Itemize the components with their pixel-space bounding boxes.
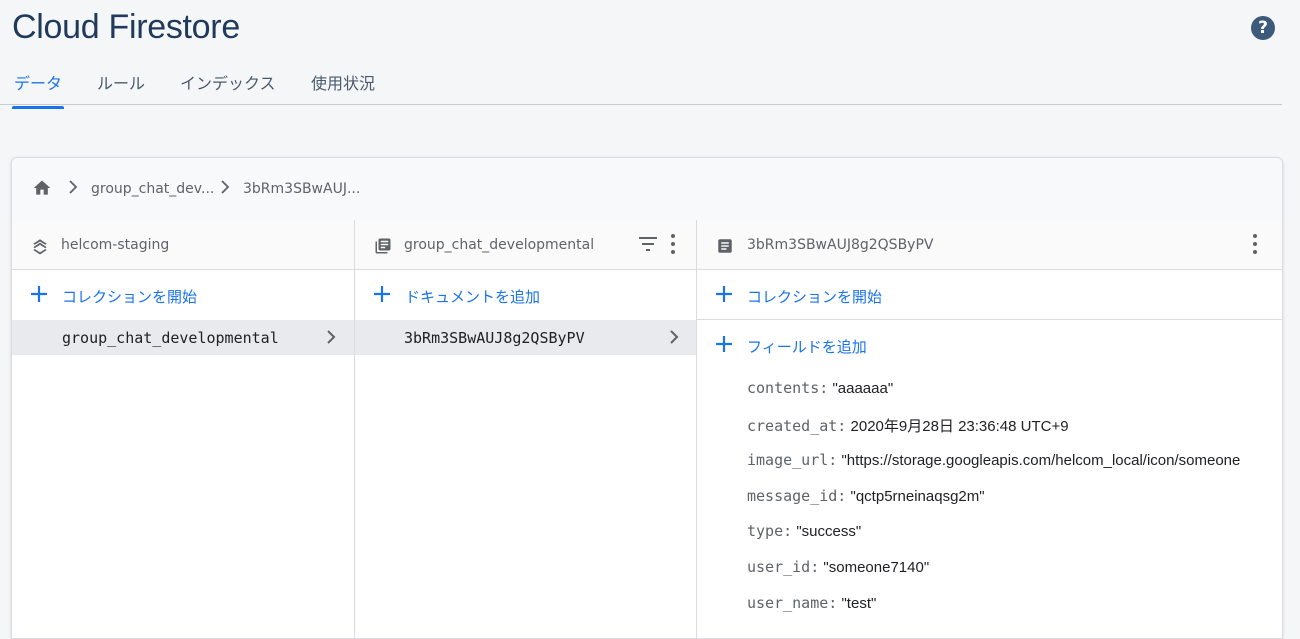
field-value: "aaaaaa" [832,380,894,397]
start-collection-button[interactable]: コレクションを開始 [12,270,354,319]
start-collection-label: コレクションを開始 [62,288,198,306]
more-vert-icon[interactable] [670,234,676,254]
document-icon [718,239,732,253]
plus-icon [374,286,390,302]
collection-title: group_chat_developmental [404,237,595,253]
document-column: 3bRm3SBwAUJ8g2QSByPV コレクションを開始 フィールドを追加 … [697,220,1282,638]
document-title: 3bRm3SBwAUJ8g2QSByPV [747,237,934,253]
tab-bar: データ ルール インデックス 使用状況 [0,64,1282,109]
field-value: "someone7140" [823,559,930,576]
field-row[interactable]: created_at: 2020年9月28日 23:36:48 UTC+9 [747,415,1069,436]
help-icon[interactable]: ? [1251,16,1275,40]
field-value: "test" [841,595,877,612]
project-name: helcom-staging [61,237,170,253]
field-row[interactable]: image_url: "https://storage.googleapis.c… [747,451,1240,469]
field-value: "qctp5rneinaqsg2m" [850,488,985,505]
chevron-right-icon [327,330,336,344]
breadcrumb: group_chat_dev... 3bRm3SBwAUJ... [12,158,1282,221]
collection-list-item[interactable]: group_chat_developmental [12,320,354,355]
data-panel: group_chat_dev... 3bRm3SBwAUJ... helcom-… [11,157,1283,639]
breadcrumb-document[interactable]: 3bRm3SBwAUJ... [243,181,360,197]
tab-usage[interactable]: 使用状況 [311,70,375,108]
add-field-label: フィールドを追加 [747,338,867,356]
more-vert-icon[interactable] [1252,234,1258,254]
plus-icon [716,286,732,302]
add-field-button[interactable]: フィールドを追加 [697,320,1282,369]
field-row[interactable]: message_id: "qctp5rneinaqsg2m" [747,487,985,505]
plus-icon [716,336,732,352]
field-row[interactable]: contents: "aaaaaa" [747,379,893,397]
field-row[interactable]: user_name: "test" [747,594,876,612]
collection-column: group_chat_developmental ドキュメントを追加 3bRm3… [355,220,697,638]
add-document-button[interactable]: ドキュメントを追加 [355,270,696,319]
field-key: message_id: [747,487,847,505]
home-icon[interactable] [31,178,53,198]
tab-data[interactable]: データ [11,70,65,109]
field-key: type: [747,522,793,540]
filter-icon[interactable] [638,236,658,252]
column-header: helcom-staging [12,220,354,270]
field-key: user_id: [747,558,820,576]
root-column: helcom-staging コレクションを開始 group_chat_deve… [12,220,355,638]
field-key: contents: [747,379,829,397]
plus-icon [31,286,47,302]
start-collection-button[interactable]: コレクションを開始 [697,270,1282,319]
collection-icon [375,238,391,254]
page-title: Cloud Firestore [12,8,240,46]
field-value: "success" [796,523,862,540]
collection-name: group_chat_developmental [62,329,279,347]
tab-indexes[interactable]: インデックス [180,70,276,108]
chevron-right-icon [220,180,230,197]
field-value: 2020年9月28日 23:36:48 UTC+9 [850,418,1069,435]
field-row[interactable]: type: "success" [747,522,861,540]
chevron-right-icon [68,180,78,197]
chevron-right-icon [670,330,679,344]
document-id: 3bRm3SBwAUJ8g2QSByPV [404,329,585,347]
field-row[interactable]: user_id: "someone7140" [747,558,929,576]
breadcrumb-collection[interactable]: group_chat_dev... [91,181,214,197]
column-header: group_chat_developmental [355,220,696,270]
field-key: user_name: [747,594,838,612]
field-key: image_url: [747,451,838,469]
start-collection-label: コレクションを開始 [747,288,883,306]
field-key: created_at: [747,417,847,435]
document-list-item[interactable]: 3bRm3SBwAUJ8g2QSByPV [355,320,696,355]
project-stack-icon [33,239,47,255]
add-document-label: ドキュメントを追加 [405,288,541,306]
column-header: 3bRm3SBwAUJ8g2QSByPV [697,220,1282,270]
tab-rules[interactable]: ルール [97,70,145,108]
field-value: "https://storage.googleapis.com/helcom_l… [841,452,1241,469]
